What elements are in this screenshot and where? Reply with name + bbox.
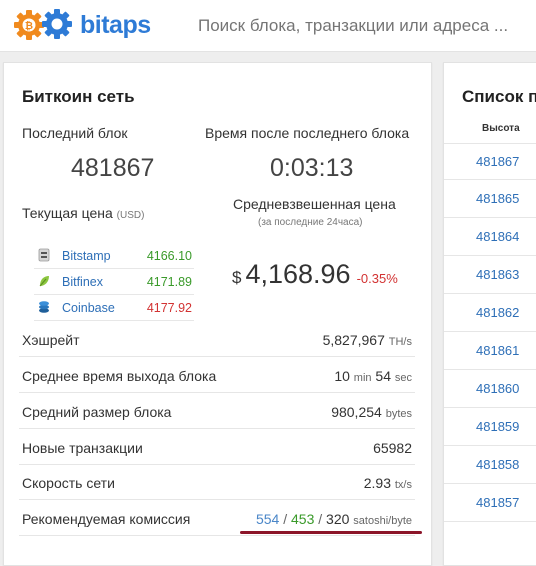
- block-time-value: 10 min 54 sec: [334, 368, 412, 384]
- block-height-link[interactable]: 481867: [476, 154, 519, 169]
- fee-label: Рекомендуемая комиссия: [22, 511, 191, 527]
- block-row[interactable]: 481867: [444, 143, 536, 180]
- new-tx-label: Новые транзакции: [22, 440, 143, 456]
- new-tx-value[interactable]: 65982: [373, 440, 412, 456]
- logo-text: bitaps: [80, 10, 151, 39]
- block-height-link[interactable]: 481862: [476, 305, 519, 320]
- exchange-price: 4171.89: [146, 275, 192, 289]
- block-row[interactable]: 481859: [444, 409, 536, 446]
- blocks-card: Список п Высота 481867 481865 481864 481…: [443, 62, 536, 566]
- block-size-label: Средний размер блока: [22, 404, 172, 420]
- svg-text:₿: ₿: [25, 20, 33, 32]
- current-price-unit: (USD): [116, 210, 145, 221]
- speed-value: 2.93 tx/s: [364, 475, 412, 491]
- last-block-value[interactable]: 481867: [71, 154, 154, 183]
- block-height-link[interactable]: 481858: [476, 457, 519, 472]
- current-price-label: Текущая цена (USD): [22, 205, 144, 221]
- time-since-value: 0:03:13: [270, 154, 354, 182]
- exchange-name[interactable]: Bitstamp: [62, 249, 111, 263]
- exchange-name[interactable]: Bitfinex: [62, 275, 103, 289]
- last-block-label: Последний блок: [22, 125, 128, 141]
- block-size-value: 980,254 bytes: [331, 404, 412, 420]
- block-height-link[interactable]: 481857: [476, 495, 519, 510]
- block-height-link[interactable]: 481861: [476, 343, 519, 358]
- block-row[interactable]: 481865: [444, 181, 536, 218]
- block-time-sec: 54: [375, 368, 391, 384]
- block-time-min: 10: [334, 368, 350, 384]
- fee-high: 554: [255, 511, 280, 527]
- currency-symbol: $: [232, 268, 242, 287]
- exchange-price: 4166.10: [146, 249, 192, 263]
- card-title: Биткоин сеть: [22, 87, 135, 106]
- fee-low: 320: [326, 511, 350, 527]
- block-height-link[interactable]: 481860: [476, 381, 519, 396]
- bitstamp-icon: [38, 248, 50, 262]
- weighted-price-value: 4,168.96: [245, 259, 351, 289]
- weighted-price-sub: (за последние 24часа): [258, 217, 363, 228]
- hashrate-row: Хэшрейт 5,827,967 TH/s: [19, 322, 415, 357]
- coinbase-coins-icon: [39, 301, 49, 313]
- block-time-sec-unit: sec: [394, 372, 412, 384]
- gears-logo-icon: ₿: [14, 9, 72, 40]
- speed-number: 2.93: [363, 475, 391, 491]
- block-height-link[interactable]: 481863: [476, 267, 519, 282]
- speed-label: Скорость сети: [22, 475, 115, 491]
- new-tx-row: Новые транзакции 65982: [19, 430, 415, 465]
- block-size-number: 980,254: [331, 404, 382, 420]
- top-bar: ₿ bitaps: [0, 0, 536, 52]
- weighted-price-label: Средневзвешенная цена: [233, 196, 396, 212]
- fee-unit: satoshi/byte: [353, 515, 412, 527]
- current-price-label-text: Текущая цена: [22, 205, 113, 221]
- block-row[interactable]: 481864: [444, 219, 536, 256]
- height-column-header: Высота: [482, 123, 520, 134]
- exchange-row-bitstamp: Bitstamp 4166.10: [34, 243, 194, 269]
- fee-underline: [240, 531, 422, 534]
- hashrate-unit: TH/s: [388, 336, 412, 348]
- block-height-link[interactable]: 481859: [476, 419, 519, 434]
- block-row[interactable]: 481857: [444, 485, 536, 522]
- block-size-row: Средний размер блока 980,254 bytes: [19, 394, 415, 429]
- fee-mid: 453: [291, 511, 315, 527]
- hashrate-value: 5,827,967 TH/s: [323, 332, 412, 348]
- block-height-link[interactable]: 481865: [476, 191, 519, 206]
- block-time-row: Среднее время выхода блока 10 min 54 sec: [19, 358, 415, 393]
- exchange-row-coinbase: Coinbase 4177.92: [34, 295, 194, 321]
- exchange-price: 4177.92: [146, 301, 192, 315]
- block-row[interactable]: 481861: [444, 333, 536, 370]
- speed-row: Скорость сети 2.93 tx/s: [19, 465, 415, 500]
- search-input[interactable]: [198, 14, 528, 38]
- fee-separator: /: [318, 511, 323, 527]
- block-row[interactable]: 481860: [444, 371, 536, 408]
- blocks-title: Список п: [462, 87, 536, 106]
- exchange-row-bitfinex: Bitfinex 4171.89: [34, 269, 194, 295]
- logo[interactable]: ₿ bitaps: [14, 5, 151, 45]
- fee-separator: /: [283, 511, 288, 527]
- weighted-price: $ 4,168.96 -0.35%: [232, 259, 398, 290]
- bitfinex-leaf-icon: [39, 276, 49, 287]
- block-row[interactable]: 481863: [444, 257, 536, 294]
- hashrate-number: 5,827,967: [322, 332, 385, 348]
- block-time-label: Среднее время выхода блока: [22, 368, 217, 384]
- block-row[interactable]: 481858: [444, 447, 536, 484]
- hashrate-label: Хэшрейт: [22, 332, 80, 348]
- speed-unit: tx/s: [394, 479, 412, 491]
- exchange-name[interactable]: Coinbase: [62, 301, 115, 315]
- block-size-unit: bytes: [385, 408, 412, 420]
- network-card: Биткоин сеть Последний блок 481867 Время…: [3, 62, 432, 566]
- price-change: -0.35%: [356, 271, 398, 286]
- time-since-label: Время после последнего блока: [205, 125, 410, 141]
- block-height-link[interactable]: 481864: [476, 229, 519, 244]
- fee-value: 554 / 453 / 320 satoshi/byte: [256, 511, 412, 527]
- block-row[interactable]: 481862: [444, 295, 536, 332]
- block-time-min-unit: min: [353, 372, 372, 384]
